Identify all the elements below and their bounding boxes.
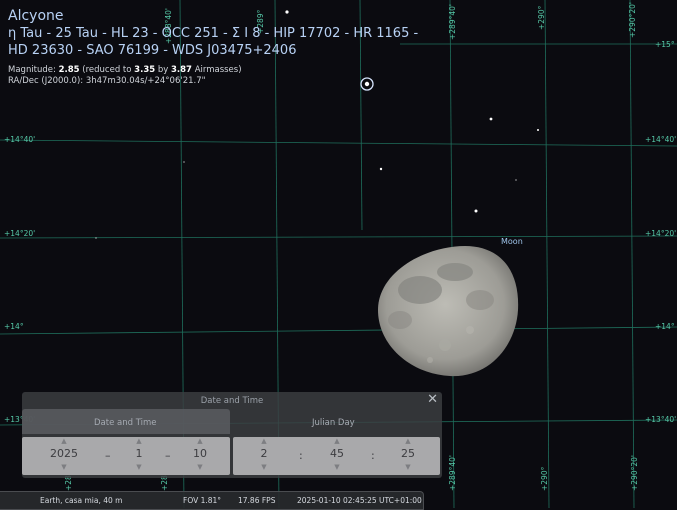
grid-line (0, 326, 677, 335)
grid-label-dec: +14°20' (4, 229, 36, 238)
spin-up-icon[interactable]: ▲ (393, 437, 423, 445)
year-value[interactable]: 2025 (47, 445, 81, 463)
spin-up-icon[interactable]: ▲ (185, 437, 215, 445)
grid-label-dec: +15° (655, 40, 675, 49)
object-info-panel: Alcyone η Tau - 25 Tau - HL 23 - OCC 251… (8, 8, 448, 87)
grid-label-ra: +290°20' (628, 2, 637, 38)
month-value[interactable]: 1 (124, 445, 154, 463)
grid-label-dec: +14° (655, 322, 675, 331)
tab-julian-day[interactable]: Julian Day (312, 418, 355, 428)
moon-label: Moon (501, 237, 523, 246)
grid-label-ra: +290° (537, 5, 546, 30)
spin-down-icon[interactable]: ▼ (124, 463, 154, 471)
spin-down-icon[interactable]: ▼ (393, 463, 423, 471)
object-designations: η Tau - 25 Tau - HL 23 - OCC 251 - Σ I 8… (8, 26, 419, 41)
spin-up-icon[interactable]: ▲ (124, 437, 154, 445)
date-separator: – (165, 449, 171, 462)
hour-value[interactable]: 2 (249, 445, 279, 463)
time-separator: : (299, 449, 303, 462)
star (489, 117, 493, 121)
date-separator: – (105, 449, 111, 462)
grid-label-dec: +14° (4, 322, 24, 331)
date-time-dialog[interactable]: Date and Time ✕ Date and Time Julian Day… (22, 392, 442, 478)
year-spinbox[interactable]: ▲ 2025 ▼ (47, 437, 81, 475)
grid-line (0, 139, 677, 147)
grid-label-ra: +290° (540, 466, 549, 491)
minute-value[interactable]: 45 (322, 445, 352, 463)
location-status: Earth, casa mia, 40 m (40, 496, 123, 505)
grid-line (629, 0, 635, 508)
grid-line (0, 235, 677, 239)
fov-status: FOV 1.81° (183, 496, 222, 505)
object-designations: HD 23630 - SAO 76199 - WDS J03475+2406 (8, 43, 297, 58)
spin-down-icon[interactable]: ▼ (185, 463, 215, 471)
spin-up-icon[interactable]: ▲ (47, 437, 81, 445)
grid-label-dec: +13°40' (645, 415, 677, 424)
grid-label-ra: +289°40' (448, 455, 457, 491)
dialog-title: Date and Time (200, 396, 264, 406)
second-spinbox[interactable]: ▲ 25 ▼ (393, 437, 423, 475)
grid-label-dec: +14°40' (4, 135, 36, 144)
hour-spinbox[interactable]: ▲ 2 ▼ (249, 437, 279, 475)
close-icon[interactable]: ✕ (427, 392, 438, 407)
star (95, 237, 97, 239)
star (183, 161, 185, 163)
time-fields: ▲ 2 ▼ : ▲ 45 ▼ : ▲ 25 ▼ (233, 437, 440, 475)
second-value[interactable]: 25 (393, 445, 423, 463)
status-bar[interactable]: Earth, casa mia, 40 m FOV 1.81° 17.86 FP… (0, 491, 424, 510)
grid-label-ra: +289°40' (448, 4, 457, 40)
radec-line: RA/Dec (J2000.0): 3h47m30.04s/+24°06'21.… (8, 76, 206, 86)
tab-date-and-time-label[interactable]: Date and Time (94, 418, 157, 428)
spin-up-icon[interactable]: ▲ (249, 437, 279, 445)
object-name: Alcyone (8, 8, 64, 24)
grid-line (544, 0, 550, 508)
fps-status: 17.86 FPS (238, 496, 276, 505)
day-value[interactable]: 10 (185, 445, 215, 463)
time-separator: : (371, 449, 375, 462)
moon[interactable] (378, 246, 519, 377)
grid-label-ra: +290°20' (630, 455, 639, 491)
spin-up-icon[interactable]: ▲ (322, 437, 352, 445)
minute-spinbox[interactable]: ▲ 45 ▼ (322, 437, 352, 475)
day-spinbox[interactable]: ▲ 10 ▼ (185, 437, 215, 475)
spin-down-icon[interactable]: ▼ (322, 463, 352, 471)
magnitude-line: Magnitude: 2.85 (reduced to 3.35 by 3.87… (8, 65, 242, 75)
datetime-status: 2025-01-10 02:45:25 UTC+01:00 (297, 496, 422, 505)
date-fields: ▲ 2025 ▼ – ▲ 1 ▼ – ▲ 10 ▼ (22, 437, 230, 475)
star (474, 209, 478, 213)
star (379, 167, 383, 171)
month-spinbox[interactable]: ▲ 1 ▼ (124, 437, 154, 475)
spin-down-icon[interactable]: ▼ (249, 463, 279, 471)
grid-label-dec: +14°20' (645, 229, 677, 238)
grid-label-dec: +14°40' (645, 135, 677, 144)
star (537, 129, 539, 131)
spin-down-icon[interactable]: ▼ (47, 463, 81, 471)
star (515, 179, 517, 181)
